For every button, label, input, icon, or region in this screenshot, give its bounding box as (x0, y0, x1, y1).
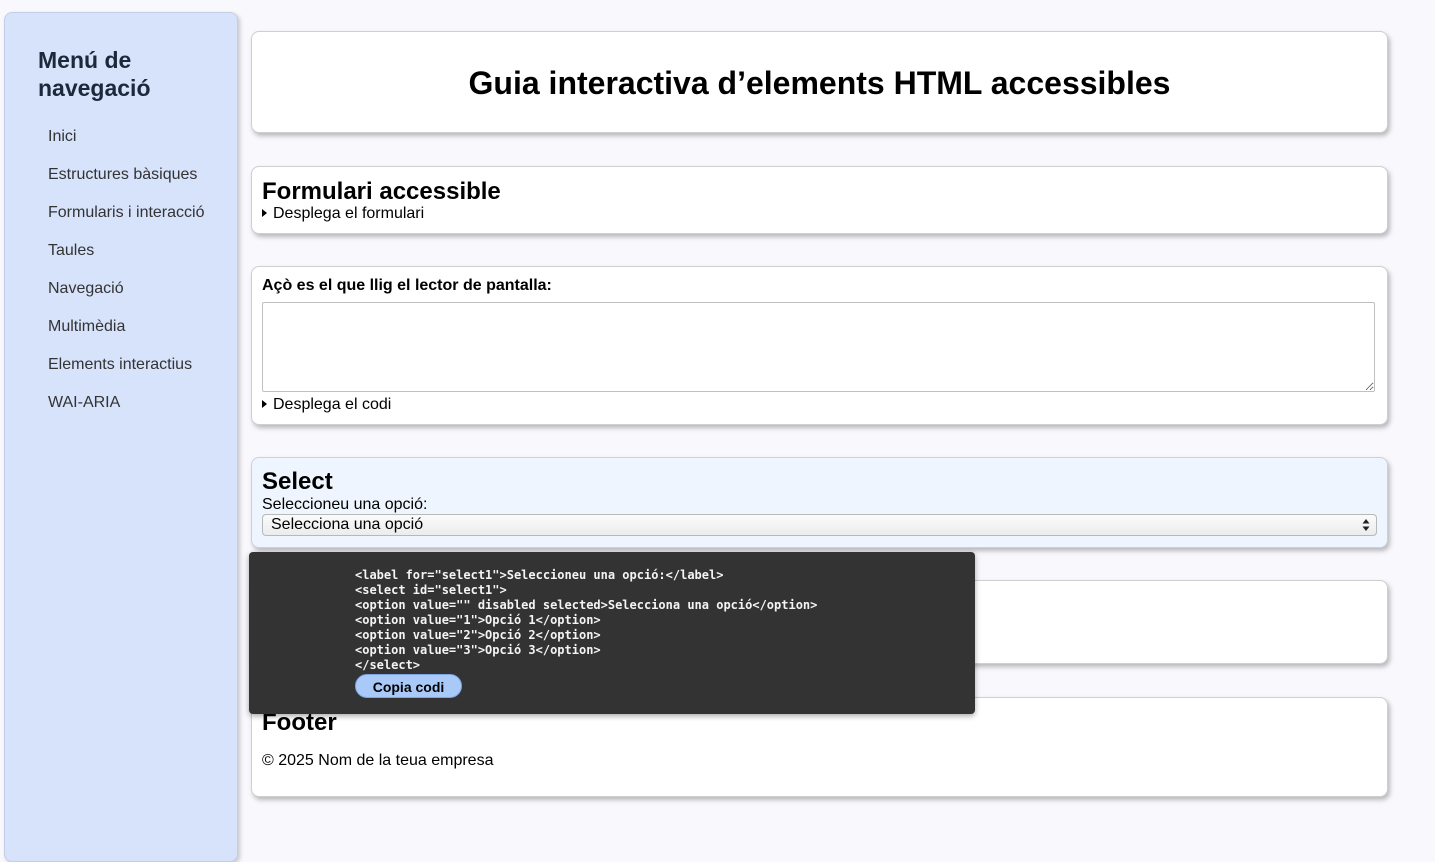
sidebar-item-formularis[interactable]: Formularis i interacció (48, 204, 228, 222)
disclosure-triangle-icon (262, 400, 267, 408)
sidebar-item-multimedia[interactable]: Multimèdia (48, 318, 228, 336)
copy-code-button[interactable]: Copia codi (355, 674, 462, 698)
sidebar-item-inici[interactable]: Inici (48, 128, 228, 146)
form-section-title: Formulari accessible (262, 178, 501, 205)
code-disclosure[interactable]: Desplega el codi (262, 396, 391, 414)
sidebar-nav: Menú de navegació Inici Estructures bàsi… (4, 12, 238, 862)
code-line: <option value="2">Opció 2</option> (355, 628, 601, 642)
code-disclosure-label: Desplega el codi (273, 396, 392, 413)
form-disclosure[interactable]: Desplega el formulari (262, 205, 424, 223)
sidebar-item-wai-aria[interactable]: WAI-ARIA (48, 394, 228, 412)
disclosure-triangle-icon (262, 209, 267, 217)
select-value: Selecciona una opció (271, 516, 424, 533)
sidebar-title: Menú de navegació (38, 47, 151, 101)
sidebar-item-taules[interactable]: Taules (48, 242, 228, 260)
copyright-text: © 2025 Nom de la teua empresa (262, 752, 494, 769)
code-line: </select> (355, 658, 421, 672)
page-title: Guia interactiva d’elements HTML accessi… (468, 65, 1171, 101)
code-line: <label for="select1">Seleccioneu una opc… (355, 568, 724, 582)
form-section: Formulari accessible Desplega el formula… (251, 166, 1388, 234)
code-line: <select id="select1"> (355, 583, 507, 597)
option-select[interactable]: Selecciona una opció (262, 514, 1377, 536)
screen-reader-output[interactable] (262, 302, 1375, 392)
page-header: Guia interactiva d’elements HTML accessi… (251, 31, 1388, 133)
sidebar-item-elements-interactius[interactable]: Elements interactius (48, 356, 228, 374)
screen-reader-label: Açò es el que llig el lector de pantalla… (262, 277, 552, 294)
select-arrows-icon (1362, 519, 1370, 531)
form-disclosure-label: Desplega el formulari (273, 205, 425, 222)
code-line: <option value="3">Opció 3</option> (355, 643, 601, 657)
code-line: <option value="1">Opció 1</option> (355, 613, 601, 627)
code-snippet: <label for="select1">Seleccioneu una opc… (355, 568, 817, 673)
select-section: Select Seleccioneu una opció: Selecciona… (251, 457, 1388, 548)
code-popup: <label for="select1">Seleccioneu una opc… (249, 552, 975, 714)
sidebar-item-estructures-basiques[interactable]: Estructures bàsiques (48, 166, 228, 184)
code-line: <option value="" disabled selected>Selec… (355, 598, 818, 612)
select-label: Seleccioneu una opció: (262, 496, 428, 513)
sidebar-item-navegacio[interactable]: Navegació (48, 280, 228, 298)
screen-reader-section: Açò es el que llig el lector de pantalla… (251, 266, 1388, 425)
select-section-title: Select (262, 468, 333, 495)
sidebar-menu: Inici Estructures bàsiques Formularis i … (48, 128, 228, 432)
